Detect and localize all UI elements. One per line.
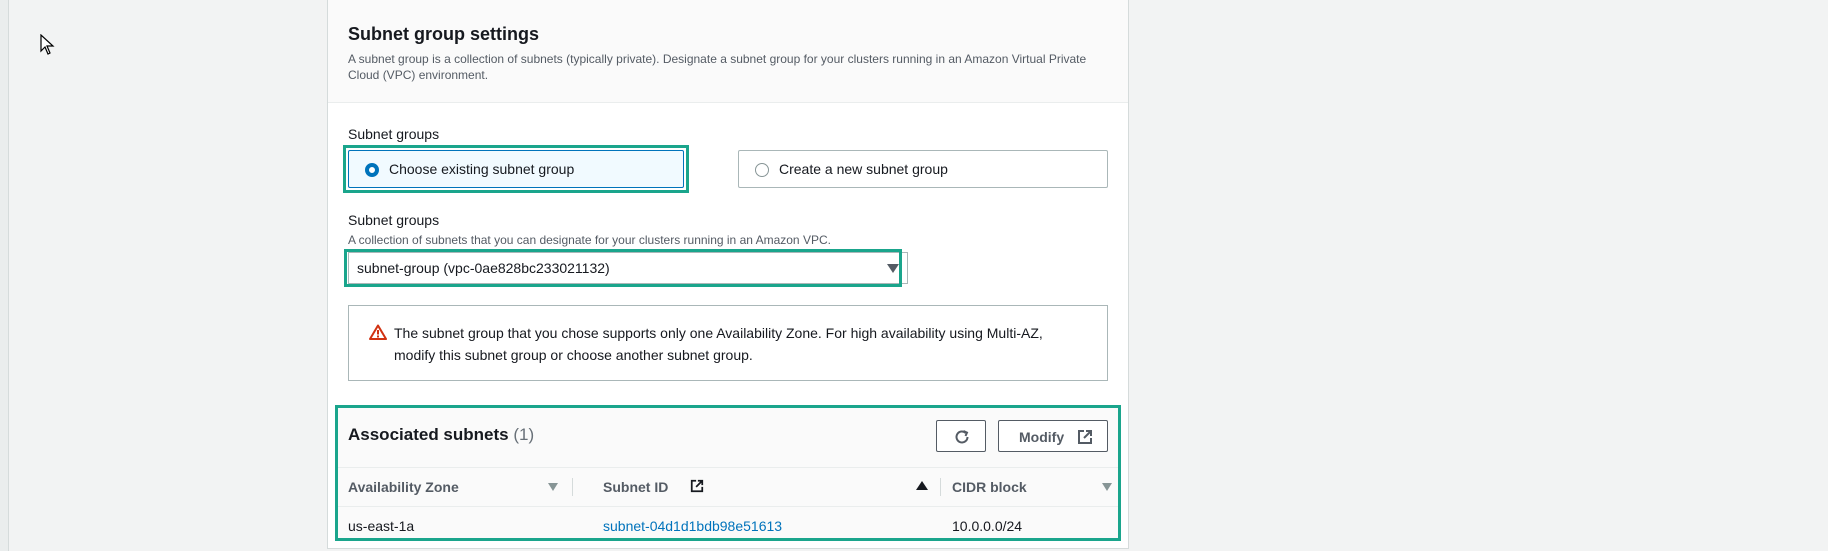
radio-button-unselected[interactable]	[755, 163, 769, 177]
column-header-availability-zone[interactable]: Availability Zone	[348, 479, 459, 495]
subnet-groups-select-label: Subnet groups	[348, 212, 440, 228]
external-link-icon	[1078, 430, 1092, 444]
cell-availability-zone: us-east-1a	[348, 518, 415, 534]
radio-choose-existing[interactable]: Choose existing subnet group	[348, 150, 684, 188]
refresh-button[interactable]	[936, 420, 986, 452]
column-header-subnet-id[interactable]: Subnet ID	[603, 479, 668, 495]
mouse-cursor-icon	[40, 34, 55, 55]
alert-text: The subnet group that you chose supports…	[394, 325, 1043, 363]
associated-subnets-count: (1)	[513, 425, 535, 444]
subnet-groups-select-description: A collection of subnets that you can des…	[348, 233, 831, 247]
cell-cidr-block: 10.0.0.0/24	[952, 518, 1023, 534]
subnet-group-select-value: subnet-group (vpc-0ae828bc233021132)	[357, 260, 610, 276]
radio-choose-existing-label: Choose existing subnet group	[389, 161, 575, 177]
modify-button[interactable]: Modify	[998, 420, 1108, 452]
page: Subnet group settings A subnet group is …	[0, 0, 1828, 551]
panel-header: Subnet group settings A subnet group is …	[328, 0, 1128, 103]
panel-title: Subnet group settings	[348, 24, 539, 44]
sort-caret-up-icon[interactable]	[916, 481, 928, 490]
column-header-cidr-block[interactable]: CIDR block	[952, 479, 1027, 495]
associated-subnets-table: Associated subnets (1) Modify Availabili…	[336, 405, 1120, 541]
modify-button-label: Modify	[1019, 429, 1065, 445]
external-link-icon	[690, 479, 704, 493]
sort-caret-down-icon[interactable]	[548, 483, 558, 491]
subnet-groups-choice-label: Subnet groups	[348, 126, 440, 142]
column-divider[interactable]	[572, 478, 573, 496]
warning-icon	[369, 324, 387, 340]
radio-button-selected[interactable]	[365, 163, 379, 177]
refresh-icon	[955, 430, 969, 444]
radio-create-new-label: Create a new subnet group	[779, 161, 948, 177]
subnet-group-select[interactable]: subnet-group (vpc-0ae828bc233021132)	[348, 252, 908, 284]
table-header-row: Availability Zone Subnet ID CIDR block	[336, 467, 1120, 507]
associated-subnets-title: Associated subnets (1)	[348, 425, 534, 445]
caret-down-icon	[887, 264, 899, 273]
sort-caret-down-icon[interactable]	[1102, 483, 1112, 491]
column-divider[interactable]	[940, 478, 941, 496]
multi-az-warning-alert: The subnet group that you chose supports…	[348, 305, 1108, 381]
panel-description: A subnet group is a collection of subnet…	[348, 52, 1087, 82]
associated-subnets-title-text: Associated subnets	[348, 425, 509, 444]
subnet-group-settings-panel: Subnet group settings A subnet group is …	[327, 0, 1129, 549]
cell-subnet-id-link[interactable]: subnet-04d1d1bdb98e51613	[603, 518, 782, 534]
left-rail	[0, 0, 9, 551]
radio-create-new[interactable]: Create a new subnet group	[738, 150, 1108, 188]
